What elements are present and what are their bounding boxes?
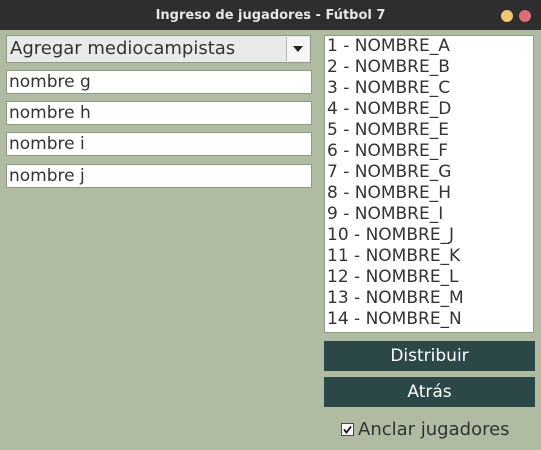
list-item[interactable]: 2 - NOMBRE_B [325,57,533,78]
name-field-3[interactable] [6,132,312,156]
list-item[interactable]: 3 - NOMBRE_C [325,78,533,99]
list-item[interactable]: 5 - NOMBRE_E [325,120,533,141]
name-field-1[interactable] [6,70,312,94]
minimize-icon[interactable] [501,10,513,22]
anchor-players-label: Anclar jugadores [358,418,510,440]
position-select[interactable]: Agregar mediocampistas [6,35,311,63]
list-item[interactable]: 9 - NOMBRE_I [325,204,533,225]
chevron-down-icon[interactable] [286,37,309,61]
distribuir-button[interactable]: Distribuir [324,341,535,371]
position-select-value: Agregar mediocampistas [10,38,236,59]
players-list[interactable]: 1 - NOMBRE_A 2 - NOMBRE_B 3 - NOMBRE_C 4… [324,35,534,333]
list-item[interactable]: 1 - NOMBRE_A [325,36,533,57]
list-item[interactable]: 14 - NOMBRE_N [325,309,533,330]
title-bar: Ingreso de jugadores - Fútbol 7 [0,0,541,30]
list-item[interactable]: 11 - NOMBRE_K [325,246,533,267]
close-icon[interactable] [519,10,531,22]
list-item[interactable]: 4 - NOMBRE_D [325,99,533,120]
list-item[interactable]: 10 - NOMBRE_J [325,225,533,246]
name-field-4[interactable] [6,164,312,188]
window-title: Ingreso de jugadores - Fútbol 7 [155,7,386,23]
list-item[interactable]: 6 - NOMBRE_F [325,141,533,162]
list-item[interactable]: 13 - NOMBRE_M [325,288,533,309]
list-item[interactable]: 12 - NOMBRE_L [325,267,533,288]
atras-button[interactable]: Atrás [324,377,535,407]
name-field-2[interactable] [6,101,312,125]
anchor-players-checkbox[interactable] [341,422,354,436]
checkmark-icon [343,425,352,434]
anchor-players-option[interactable]: Anclar jugadores [341,418,510,440]
list-item[interactable]: 7 - NOMBRE_G [325,162,533,183]
list-item[interactable]: 8 - NOMBRE_H [325,183,533,204]
